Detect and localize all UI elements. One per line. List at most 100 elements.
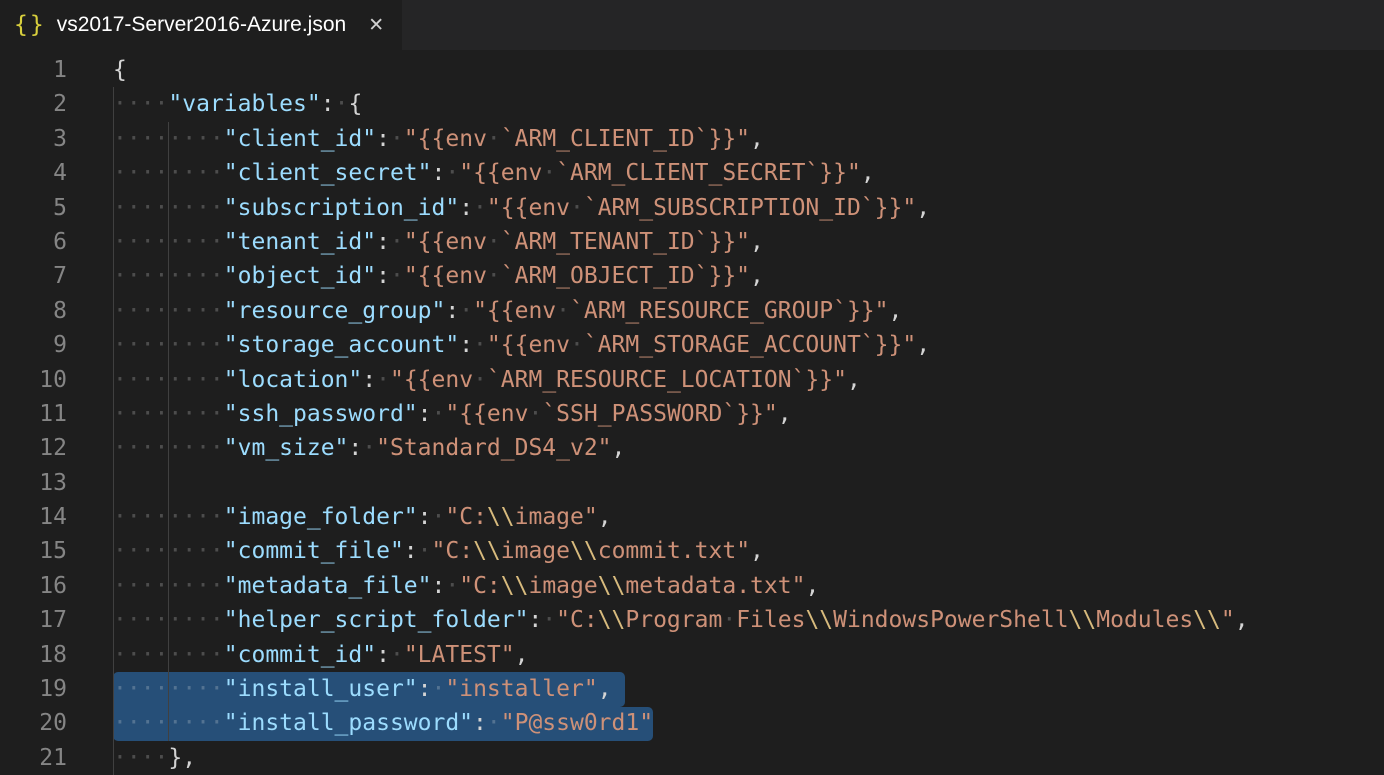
code-line: 7········"object_id":·"{{env·`ARM_OBJECT… (0, 259, 1384, 293)
line-number[interactable]: 5 (0, 191, 67, 225)
token-w: ········ (113, 642, 224, 668)
token-p: , (598, 676, 612, 702)
token-w: · (445, 573, 459, 599)
token-s: `ARM_STORAGE_ACCOUNT`}}" (584, 332, 916, 358)
line-number[interactable]: 21 (0, 741, 67, 775)
line-number[interactable]: 6 (0, 225, 67, 259)
token-s: "{{env (473, 298, 556, 324)
token-s: WindowsPowerShell (833, 607, 1068, 633)
token-s: "C: (459, 573, 501, 599)
line-number[interactable]: 12 (0, 431, 67, 465)
line-number[interactable]: 11 (0, 397, 67, 431)
code-line: 19 ········"install_user":·"installer", (0, 672, 1384, 706)
token-p: { (113, 57, 127, 83)
code-text: { (113, 53, 127, 87)
line-number[interactable]: 20 (0, 706, 67, 740)
line-number[interactable]: 18 (0, 638, 67, 672)
token-p: , (750, 126, 764, 152)
token-s: `ARM_CLIENT_ID`}}" (501, 126, 750, 152)
code-lines: 1{2····"variables":·{3········"client_id… (0, 53, 1384, 775)
token-w: · (445, 160, 459, 186)
line-number[interactable]: 2 (0, 87, 67, 121)
token-s: `ARM_TENANT_ID`}}" (501, 229, 750, 255)
token-p: : (432, 573, 446, 599)
token-w: · (487, 263, 501, 289)
token-p: , (889, 298, 903, 324)
line-number[interactable]: 14 (0, 500, 67, 534)
token-w: · (418, 538, 432, 564)
token-s: commit.txt" (598, 538, 750, 564)
token-w: · (390, 126, 404, 152)
token-w: · (390, 642, 404, 668)
token-p: : (418, 504, 432, 530)
token-k: "vm_size" (224, 435, 349, 461)
token-s: "{{env (404, 263, 487, 289)
token-w: ········ (113, 126, 224, 152)
token-p: , (612, 435, 626, 461)
token-p: : (376, 229, 390, 255)
token-w: · (542, 160, 556, 186)
token-p: : (473, 710, 487, 736)
line-number[interactable]: 17 (0, 603, 67, 637)
token-s: "{{env (404, 126, 487, 152)
token-w: ········ (113, 504, 224, 530)
line-number[interactable]: 16 (0, 569, 67, 603)
token-w: ········ (113, 435, 224, 461)
token-w: ········ (113, 229, 224, 255)
line-number[interactable]: 7 (0, 259, 67, 293)
token-p: , (515, 642, 529, 668)
token-p: : (528, 607, 542, 633)
token-p: , (750, 229, 764, 255)
token-w: · (487, 229, 501, 255)
token-s: metadata.txt" (625, 573, 805, 599)
code-line: 17········"helper_script_folder":·"C:\\P… (0, 603, 1384, 637)
token-p: , (750, 538, 764, 564)
token-w: ········ (113, 298, 224, 324)
token-p: , (861, 160, 875, 186)
line-number[interactable]: 3 (0, 122, 67, 156)
line-number[interactable]: 1 (0, 53, 67, 87)
code-line: 11········"ssh_password":·"{{env·`SSH_PA… (0, 397, 1384, 431)
token-s: "{{env (390, 367, 473, 393)
code-text: ········"install_user":·"installer", (113, 672, 612, 706)
token-s: "C: (445, 504, 487, 530)
token-e: \\ (598, 573, 626, 599)
token-s: "installer" (445, 676, 597, 702)
code-text: ········"vm_size":·"Standard_DS4_v2", (113, 431, 625, 465)
line-number[interactable]: 15 (0, 534, 67, 568)
token-p: : (432, 160, 446, 186)
line-number[interactable]: 19 (0, 672, 67, 706)
line-number[interactable]: 8 (0, 294, 67, 328)
line-number[interactable]: 13 (0, 466, 67, 500)
tab-vs2017-server2016-azure-json[interactable]: {} vs2017-Server2016-Azure.json ✕ (0, 0, 402, 50)
token-p: , (805, 573, 819, 599)
code-text: ········"commit_id":·"LATEST", (113, 638, 528, 672)
token-k: "metadata_file" (224, 573, 432, 599)
token-s: "{{env (487, 195, 570, 221)
token-w: ········ (113, 538, 224, 564)
token-e: \\ (570, 538, 598, 564)
token-p: }, (168, 745, 196, 771)
token-e: \\ (501, 573, 529, 599)
token-s: `ARM_CLIENT_SECRET`}}" (556, 160, 861, 186)
line-number[interactable]: 4 (0, 156, 67, 190)
token-p: : (404, 538, 418, 564)
token-k: "helper_script_folder" (224, 607, 529, 633)
code-text: ········"client_secret":·"{{env·`ARM_CLI… (113, 156, 875, 190)
code-line: 18 ········"commit_id":·"LATEST", (0, 638, 1384, 672)
token-k: "resource_group" (224, 298, 446, 324)
tab-close-icon[interactable]: ✕ (366, 14, 386, 37)
code-line: 13 (0, 466, 1384, 500)
token-p: : (376, 263, 390, 289)
token-k: "client_secret" (224, 160, 432, 186)
line-number[interactable]: 9 (0, 328, 67, 362)
line-number[interactable]: 10 (0, 363, 67, 397)
token-w: · (459, 298, 473, 324)
code-editor[interactable]: 1{2····"variables":·{3········"client_id… (0, 50, 1384, 772)
token-w: · (335, 91, 349, 117)
token-w: ···· (113, 745, 168, 771)
token-w: ········ (113, 332, 224, 358)
token-p: , (778, 401, 792, 427)
code-text: ····"variables":·{ (113, 87, 362, 121)
token-p: , (916, 195, 930, 221)
